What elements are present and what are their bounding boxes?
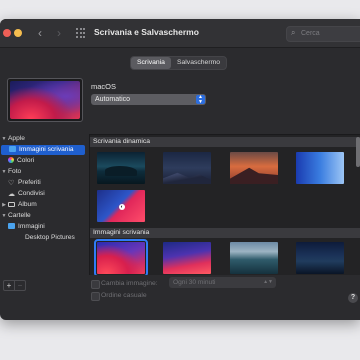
sidebar-item-colori[interactable]: Colori [0,156,34,166]
remove-folder-button[interactable]: − [14,281,25,290]
sidebar-item-desktop-pictures[interactable]: Desktop Pictures [0,233,75,243]
folder-icon [8,223,15,229]
forward-chevron-icon[interactable]: › [57,26,61,40]
wallpaper-thumbnail[interactable] [97,152,145,184]
sidebar-item-condivisi[interactable]: ☁ Condivisi [0,189,45,199]
wallpaper-browser: Scrivania dinamica ◐ Immagini scrivania [89,134,360,276]
sidebar-item-label: Album [18,201,37,208]
sidebar-group-apple[interactable]: ▼ Apple [0,134,25,144]
sidebar-group-foto[interactable]: ▼ Foto [0,167,22,177]
sidebar-item-label: Immagini scrivania [19,146,74,153]
sidebar-group-cartelle[interactable]: ▼ Cartelle [0,211,31,221]
sidebar-item-album[interactable]: ▶ Album [0,200,37,210]
change-picture-label: Cambia immagine: [101,280,158,287]
color-wheel-icon [8,157,14,163]
folder-icon [9,146,16,152]
section-header-dynamic: Scrivania dinamica [90,137,360,147]
help-button[interactable]: ? [348,293,358,303]
preferences-window: ‹ › Scrivania e Salvaschermo ⌕ Scrivania… [0,19,360,320]
appearance-mode-dropdown[interactable]: Automatico ▲ ▼ [91,94,206,105]
disclosure-open-icon[interactable]: ▼ [0,211,8,221]
dynamic-mode-icon: ◐ [119,204,125,210]
current-wallpaper-name: macOS [91,82,117,91]
heart-icon: ♡ [8,180,15,187]
add-folder-button[interactable]: + [4,281,14,290]
random-order-checkbox[interactable] [91,292,100,301]
minimize-window-button[interactable] [14,29,22,37]
wallpaper-thumbnail[interactable] [230,152,278,184]
wallpaper-thumbnail[interactable] [163,242,211,274]
wallpaper-thumbnail[interactable] [296,152,344,184]
sidebar-item-label: Colori [17,157,35,164]
appearance-mode-value: Automatico [95,96,131,103]
show-all-grid-icon[interactable] [76,28,86,38]
wallpaper-thumbnail-selected[interactable] [94,239,148,275]
disclosure-closed-icon[interactable]: ▶ [0,200,8,210]
sidebar-item-immagini[interactable]: Immagini [0,222,45,232]
tab-salvaschermo[interactable]: Salvaschermo [171,57,226,69]
sidebar-group-label: Apple [8,135,25,142]
sidebar-group-label: Foto [8,168,22,175]
sidebar-item-label: Desktop Pictures [25,234,75,241]
change-interval-value: Ogni 30 minuti [173,279,216,286]
source-sidebar: ▼ Apple Immagini scrivania Colori ▼ Foto ♡… [0,134,86,274]
random-order-label: Ordine casuale [101,292,147,299]
sidebar-item-preferiti[interactable]: ♡ Preferiti [0,178,41,188]
album-icon [8,202,15,207]
vertical-scrollbar[interactable] [356,137,360,167]
wallpaper-thumbnail[interactable]: ◐ [97,190,145,222]
sidebar-group-label: Cartelle [8,212,31,219]
close-window-button[interactable] [3,29,11,37]
sidebar-item-label: Preferiti [18,179,41,186]
search-icon: ⌕ [291,28,296,37]
disclosure-open-icon[interactable]: ▼ [0,167,8,177]
current-wallpaper-image [10,81,80,119]
dropdown-arrows-icon: ▲▼ [196,95,205,104]
pane-tabs: Scrivania Salvaschermo [130,56,228,70]
sidebar-item-immagini-scrivania[interactable]: Immagini scrivania [1,145,85,155]
search-input[interactable] [301,28,360,39]
cloud-icon: ☁ [8,191,15,198]
dropdown-arrows-icon: ▲▼ [263,279,273,285]
wallpaper-thumbnail[interactable] [230,242,278,274]
change-picture-checkbox[interactable] [91,280,100,289]
sidebar-item-label: Condivisi [18,190,45,197]
current-wallpaper-preview [7,78,83,122]
back-chevron-icon[interactable]: ‹ [38,26,42,40]
sidebar-item-label: Immagini [18,223,45,230]
wallpaper-thumbnail[interactable] [163,152,211,184]
wallpaper-thumbnail[interactable] [296,242,344,274]
search-field[interactable]: ⌕ [286,26,360,42]
title-bar: ‹ › Scrivania e Salvaschermo ⌕ [0,19,360,48]
change-interval-dropdown[interactable]: Ogni 30 minuti ▲▼ [169,277,276,288]
section-header-images: Immagini scrivania [90,228,360,238]
add-remove-buttons: + − [3,280,26,291]
window-title: Scrivania e Salvaschermo [94,27,199,37]
tab-scrivania[interactable]: Scrivania [131,57,171,69]
disclosure-open-icon[interactable]: ▼ [0,134,8,144]
